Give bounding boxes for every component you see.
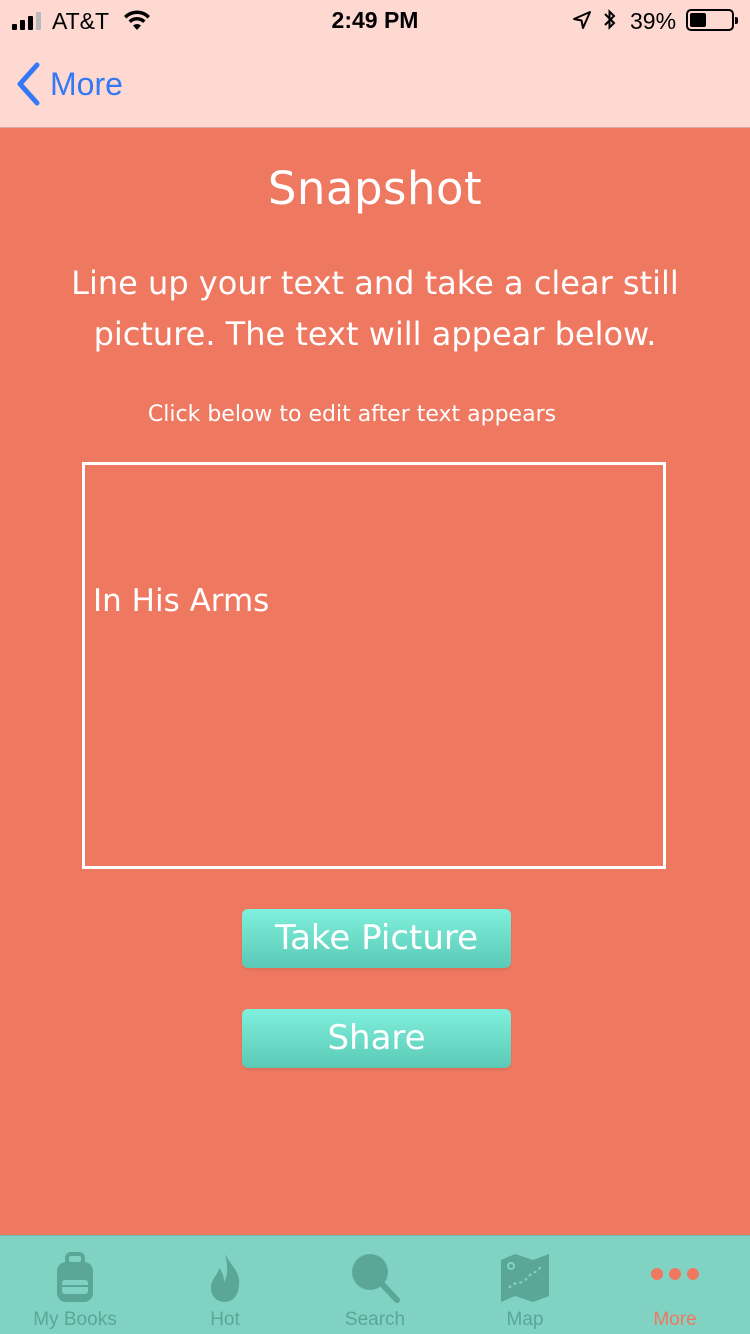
chevron-left-icon: [17, 62, 40, 106]
edit-hint: Click below to edit after text appears: [147, 402, 557, 427]
battery-percent: 39%: [630, 8, 677, 34]
back-label: More: [50, 65, 123, 102]
share-button[interactable]: Share: [242, 1009, 511, 1068]
tab-hot[interactable]: Hot: [150, 1236, 300, 1334]
tab-map[interactable]: Map: [450, 1236, 600, 1334]
tab-bar: My Books Hot Search Map More: [0, 1235, 750, 1334]
back-button[interactable]: More: [14, 58, 123, 110]
magnifier-icon: [352, 1254, 400, 1303]
tab-more[interactable]: More: [600, 1236, 750, 1334]
page-title: Snapshot: [267, 162, 483, 215]
top-bar: AT&T 2:49 PM 39% More: [0, 0, 750, 128]
bluetooth-icon: [604, 9, 616, 30]
recognized-text: In His Arms: [93, 583, 270, 619]
tab-label: My Books: [33, 1309, 117, 1330]
recognized-text-area[interactable]: In His Arms: [82, 462, 666, 869]
status-bar: AT&T 2:49 PM 39%: [0, 0, 750, 40]
battery-icon: [686, 9, 738, 31]
tab-label: Map: [506, 1309, 544, 1330]
tab-label: Search: [344, 1309, 406, 1330]
tab-my-books[interactable]: My Books: [0, 1236, 150, 1334]
tab-label: More: [653, 1309, 697, 1330]
backpack-icon: [57, 1252, 93, 1302]
flame-icon: [210, 1254, 240, 1302]
tab-label: Hot: [210, 1309, 240, 1330]
battery-level: [690, 13, 706, 27]
map-icon: [501, 1254, 549, 1302]
more-dots-icon: [651, 1268, 699, 1280]
tab-search[interactable]: Search: [300, 1236, 450, 1334]
instructions-text: Line up your text and take a clear still…: [71, 264, 679, 353]
location-arrow-icon: [573, 11, 591, 29]
take-picture-button[interactable]: Take Picture: [242, 909, 511, 968]
